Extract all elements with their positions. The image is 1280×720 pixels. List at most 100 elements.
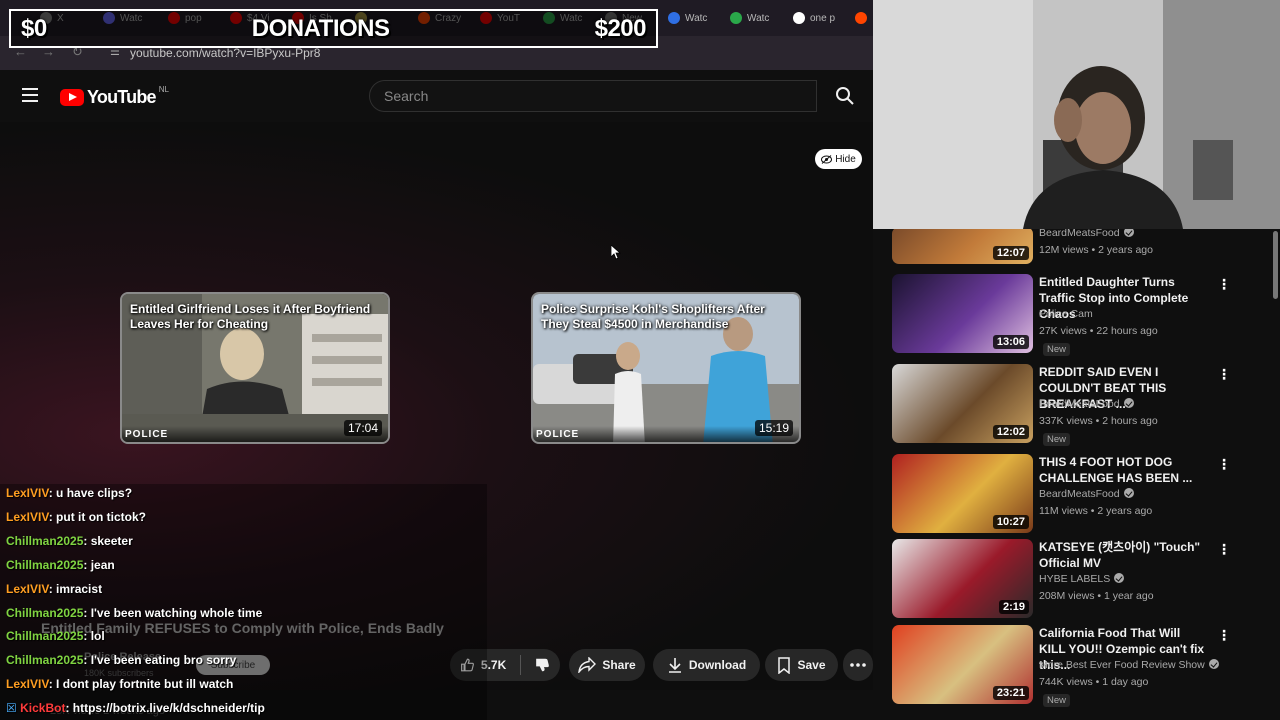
download-button[interactable]: Download xyxy=(653,649,760,681)
chat-message: LexIVIV: imracist xyxy=(6,582,102,596)
more-vertical-icon[interactable]: ⋮ xyxy=(1217,276,1231,293)
new-badge: New xyxy=(1043,433,1071,446)
chat-text: : jean xyxy=(83,558,115,572)
chat-text: : put it on tictok? xyxy=(48,510,147,524)
chat-username: LexIVIV xyxy=(6,677,49,691)
recommended-video[interactable]: 23:21 California Food That Will KILL YOU!… xyxy=(892,625,1272,707)
more-vertical-icon[interactable]: ⋮ xyxy=(1217,627,1231,644)
share-button[interactable]: Share xyxy=(569,649,645,681)
search-placeholder: Search xyxy=(384,88,429,104)
chat-text: : skeeter xyxy=(83,534,133,548)
stream-chat-overlay: LexIVIV: u have clips? LexIVIV: put it on… xyxy=(0,484,487,720)
mouse-cursor-icon xyxy=(611,245,621,260)
video-duration: 10:27 xyxy=(992,515,1029,529)
chat-text: : I've been watching whole time xyxy=(83,606,263,620)
video-thumbnail[interactable]: 12:02 xyxy=(892,364,1033,443)
recommended-video[interactable]: 10:27 THIS 4 FOOT HOT DOG CHALLENGE HAS B… xyxy=(892,454,1272,536)
tab-label: one p xyxy=(810,12,836,24)
chat-message: LexIVIV: put it on tictok? xyxy=(6,510,146,524)
chat-username: KickBot xyxy=(20,701,66,715)
recommended-sidebar: 12:07 BeardMeatsFood 12M views • 2 years a… xyxy=(873,229,1280,720)
channel-name-text: Police Cam xyxy=(1039,308,1093,320)
endcard-title-1: Entitled Girlfriend Loses it After Boyfr… xyxy=(130,302,371,331)
video-meta: 337K views • 2 hours ago xyxy=(1039,415,1158,427)
youtube-logo[interactable]: YouTube NL xyxy=(60,85,169,108)
chat-message: LexIVIV: u have clips? xyxy=(6,486,132,500)
video-meta: 208M views • 1 year ago xyxy=(1039,590,1154,602)
video-meta: 11M views • 2 years ago xyxy=(1039,505,1153,517)
donation-goal-overlay: $0 DONATIONS $200 xyxy=(9,9,658,48)
chat-text: : u have clips? xyxy=(48,486,133,500)
recommended-video[interactable]: 2:19 KATSEYE (캣츠아이) "Touch" Official MV ⋮ H… xyxy=(892,539,1272,621)
url-text[interactable]: youtube.com/watch?v=IBPyxu-Ppr8 xyxy=(130,46,320,60)
chat-text: : I dont play fortnite but ill watch xyxy=(48,677,234,691)
recommended-video[interactable]: 12:02 REDDIT SAID EVEN I COULDN'T BEAT TH… xyxy=(892,364,1272,446)
browser-tab[interactable]: Watc xyxy=(668,9,707,27)
video-thumbnail[interactable]: 2:19 xyxy=(892,539,1033,618)
more-vertical-icon[interactable]: ⋮ xyxy=(1217,366,1231,383)
webcam-image xyxy=(873,0,1280,229)
video-title[interactable]: THIS 4 FOOT HOT DOG CHALLENGE HAS BEEN .… xyxy=(1039,454,1209,486)
bot-badge-icon: ☒ xyxy=(6,701,21,715)
tab-label: Watc xyxy=(685,12,708,24)
verified-check-icon xyxy=(1123,229,1134,237)
video-thumbnail[interactable]: 10:27 xyxy=(892,454,1033,533)
chat-username: LexIVIV xyxy=(6,486,49,500)
eye-off-icon xyxy=(821,154,833,164)
verified-check-icon xyxy=(1123,488,1134,498)
more-vertical-icon[interactable]: ⋮ xyxy=(1217,541,1231,558)
hide-label: Hide xyxy=(835,153,856,165)
verified-check-icon xyxy=(1123,398,1134,408)
video-meta: 27K views • 22 hours ago xyxy=(1039,325,1158,337)
endcard-duration-1: 17:04 xyxy=(343,420,382,436)
region-code: NL xyxy=(158,85,169,94)
video-duration: 23:21 xyxy=(992,686,1029,700)
more-actions-button[interactable] xyxy=(843,649,873,681)
youtube-header: YouTube NL Search xyxy=(0,70,873,122)
video-thumbnail[interactable]: 23:21 xyxy=(892,625,1033,704)
download-label: Download xyxy=(688,658,747,672)
browser-tab[interactable] xyxy=(855,9,872,27)
chat-text: : lol xyxy=(83,629,105,643)
channel-name[interactable]: BeardMeatsFood xyxy=(1039,398,1134,410)
recommended-video[interactable]: 13:06 Entitled Daughter Turns Traffic Sto… xyxy=(892,274,1272,356)
chat-text: : I've been eating bro sorry xyxy=(83,653,237,667)
search-button[interactable] xyxy=(817,80,873,112)
chat-username: Chillman2025 xyxy=(6,629,84,643)
chat-message: Chillman2025: lol xyxy=(6,629,105,643)
more-vertical-icon[interactable]: ⋮ xyxy=(1217,456,1231,473)
endcard-video-1[interactable]: Entitled Girlfriend Loses it After Boyfr… xyxy=(120,292,390,444)
channel-name[interactable]: BeardMeatsFood xyxy=(1039,488,1134,500)
sidebar-scrollbar[interactable] xyxy=(1273,231,1278,299)
channel-name[interactable]: HYBE LABELS xyxy=(1039,573,1125,585)
bookmark-icon xyxy=(778,656,791,674)
thumbs-down-icon[interactable] xyxy=(535,656,550,674)
donation-current: $0 xyxy=(21,14,47,42)
browser-tab[interactable]: Watc xyxy=(730,9,769,27)
youtube-play-icon xyxy=(60,89,84,106)
video-thumbnail[interactable]: 13:06 xyxy=(892,274,1033,353)
tab-favicon-icon xyxy=(793,12,805,24)
video-meta: 12M views • 2 years ago xyxy=(1039,244,1153,256)
hamburger-menu-icon[interactable] xyxy=(22,88,38,102)
endcard-video-2[interactable]: Police Surprise Kohl's Shoplifters After… xyxy=(531,292,801,444)
more-horizontal-icon xyxy=(850,663,866,667)
channel-name-text: BeardMeatsFood xyxy=(1039,398,1120,410)
search-input[interactable]: Search xyxy=(369,80,817,112)
tab-favicon-icon xyxy=(668,12,680,24)
endcard-duration-2: 15:19 xyxy=(754,420,793,436)
browser-tab[interactable]: one p xyxy=(793,9,835,27)
chat-username: Chillman2025 xyxy=(6,653,84,667)
endcard-title-2: Police Surprise Kohl's Shoplifters After… xyxy=(541,302,765,331)
save-button[interactable]: Save xyxy=(765,649,838,681)
youtube-wordmark: YouTube xyxy=(87,87,157,107)
video-thumbnail[interactable]: 12:07 xyxy=(892,229,1033,264)
channel-name[interactable]: More Best Ever Food Review Show xyxy=(1039,659,1219,671)
channel-name[interactable]: BeardMeatsFood xyxy=(1039,229,1134,239)
video-title[interactable]: KATSEYE (캣츠아이) "Touch" Official MV xyxy=(1039,539,1209,571)
channel-name[interactable]: Police Cam xyxy=(1039,308,1093,320)
donation-label: DONATIONS xyxy=(251,14,390,42)
video-duration: 12:07 xyxy=(992,246,1029,260)
video-meta: 744K views • 1 day ago xyxy=(1039,676,1149,688)
hide-endscreen-button[interactable]: Hide xyxy=(815,149,862,169)
